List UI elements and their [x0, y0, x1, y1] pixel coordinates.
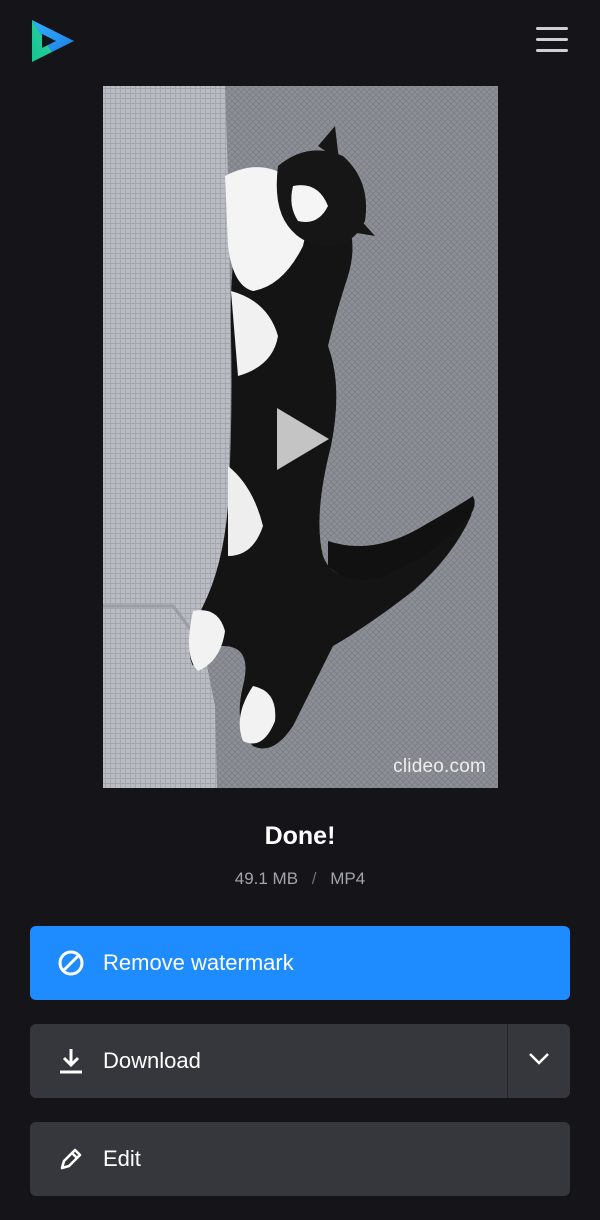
- page-title: Done!: [264, 822, 336, 850]
- file-info: 49.1 MB / MP4: [0, 869, 600, 889]
- file-size: 49.1 MB: [234, 869, 299, 888]
- chevron-down-icon: [528, 1052, 550, 1071]
- play-icon[interactable]: [273, 404, 333, 474]
- video-preview[interactable]: clideo.com: [103, 86, 498, 788]
- remove-watermark-button[interactable]: Remove watermark: [30, 926, 570, 1000]
- file-info-separator: /: [311, 869, 317, 888]
- download-options-toggle[interactable]: [508, 1024, 570, 1098]
- result-page: clideo.com Done! 49.1 MB / MP4 Remove wa…: [0, 0, 600, 1220]
- edit-label: Edit: [103, 1146, 141, 1171]
- download-button-group: Download: [30, 1024, 570, 1098]
- remove-watermark-label: Remove watermark: [103, 950, 294, 975]
- download-icon: [56, 1046, 86, 1076]
- no-symbol-icon: [56, 948, 86, 978]
- file-format: MP4: [330, 869, 366, 888]
- pencil-icon: [56, 1144, 86, 1174]
- download-label: Download: [103, 1048, 201, 1073]
- download-button[interactable]: Download: [30, 1024, 507, 1098]
- hamburger-menu-icon[interactable]: [534, 24, 570, 56]
- watermark-text: clideo.com: [393, 756, 486, 777]
- edit-button[interactable]: Edit: [30, 1122, 570, 1196]
- clideo-logo-icon[interactable]: [28, 16, 78, 66]
